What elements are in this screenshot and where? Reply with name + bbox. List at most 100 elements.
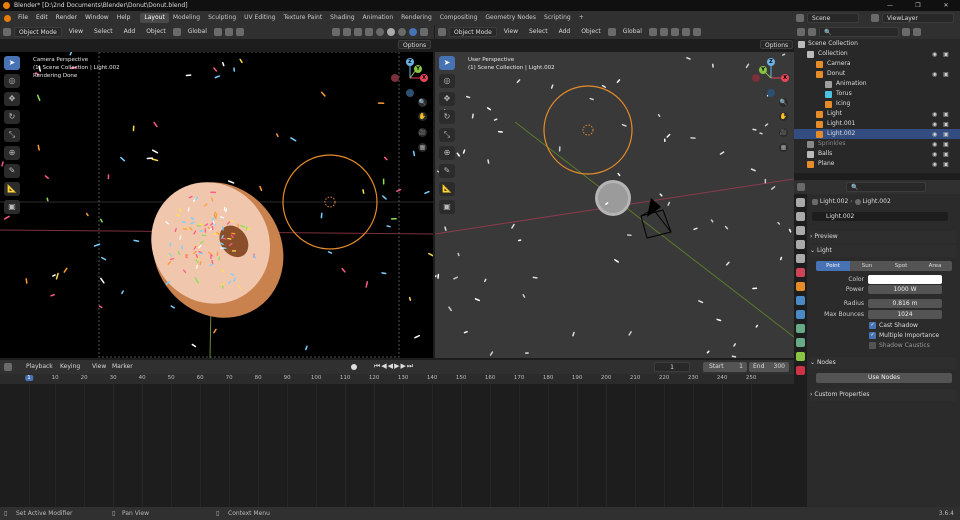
menu-edit[interactable]: Edit xyxy=(32,11,52,25)
menu-object[interactable]: Object xyxy=(142,25,170,39)
right-viewport-3d[interactable]: User Perspective (1) Scene Collection | … xyxy=(435,52,794,358)
properties-tab-icon[interactable] xyxy=(796,212,805,221)
light-type-spot[interactable]: Spot xyxy=(884,261,918,271)
workspace-tab-sculpting[interactable]: Sculpting xyxy=(204,13,240,23)
power-field[interactable]: 1000 W xyxy=(868,285,942,294)
options-button[interactable]: Options xyxy=(760,40,794,49)
outliner-row[interactable]: Torus xyxy=(794,89,960,99)
select-tool-icon[interactable]: ➤ xyxy=(439,56,455,70)
properties-tab-icon[interactable] xyxy=(796,338,805,347)
menu-add[interactable]: Add xyxy=(120,25,140,39)
xray-icon[interactable] xyxy=(365,28,373,36)
multiple-importance-checkbox[interactable]: ✓ xyxy=(869,332,876,339)
properties-tab-icon[interactable] xyxy=(796,366,805,375)
current-frame-field[interactable]: 1 xyxy=(654,362,690,372)
outliner-row[interactable]: Balls ◉ ▣ xyxy=(794,149,960,159)
menu-select[interactable]: Select xyxy=(90,25,117,39)
menu-view[interactable]: View xyxy=(500,25,522,39)
new-collection-icon[interactable] xyxy=(913,28,921,36)
workspace-tab-compositing[interactable]: Compositing xyxy=(436,13,482,23)
menu-file[interactable]: File xyxy=(14,11,32,25)
menu-view[interactable]: View xyxy=(88,360,110,374)
gizmo-neg-x-axis[interactable] xyxy=(752,74,760,82)
menu-add[interactable]: Add xyxy=(555,25,575,39)
menu-marker[interactable]: Marker xyxy=(108,360,137,374)
mode-selector[interactable]: Object Mode xyxy=(449,27,497,37)
max-bounces-field[interactable]: 1024 xyxy=(868,310,942,319)
cursor-tool-icon[interactable]: ◎ xyxy=(439,74,455,88)
record-icon[interactable] xyxy=(351,364,357,370)
datablock-name-field[interactable]: Light.002 xyxy=(812,212,948,221)
properties-search-input[interactable]: 🔍 xyxy=(846,182,926,192)
overlay-toggle-icon[interactable] xyxy=(692,28,701,36)
menu-help[interactable]: Help xyxy=(113,11,135,25)
end-frame-field[interactable]: End 300 xyxy=(749,362,789,372)
playback-controls[interactable]: ⏮◀◀▶▶⏭ xyxy=(374,362,414,371)
outliner-row[interactable]: Animation xyxy=(794,79,960,89)
editor-type-icon[interactable] xyxy=(797,183,805,191)
view-layer-selector[interactable]: ViewLayer xyxy=(882,13,954,23)
pause-render-icon[interactable] xyxy=(420,28,428,36)
nodes-panel-header[interactable]: ⌄ Nodes xyxy=(810,357,956,369)
outliner-row[interactable]: Light.001 ◉ ▣ xyxy=(794,119,960,129)
measure-tool-icon[interactable]: 📐 xyxy=(439,182,455,196)
menu-render[interactable]: Render xyxy=(52,11,81,25)
properties-tab-icon[interactable] xyxy=(796,352,805,361)
custom-properties-panel-header[interactable]: › Custom Properties xyxy=(810,389,956,401)
radius-field[interactable]: 0.816 m xyxy=(868,299,942,308)
zoom-icon[interactable]: 🔍 xyxy=(418,98,427,107)
pivot-icon[interactable] xyxy=(648,28,657,36)
close-button[interactable]: ✕ xyxy=(932,0,960,11)
visibility-toggle-icon[interactable]: ◉ ▣ xyxy=(932,131,956,138)
outliner-row[interactable]: Light.002 ◉ ▣ xyxy=(794,129,960,139)
gizmo-y-axis[interactable]: Y xyxy=(759,66,767,74)
gizmo-x-axis[interactable]: X xyxy=(420,74,428,82)
visibility-toggle-icon[interactable]: ◉ ▣ xyxy=(932,141,956,148)
orientation-selector[interactable]: Global xyxy=(619,25,646,39)
minimize-button[interactable]: — xyxy=(876,0,904,11)
measure-tool-icon[interactable]: 📐 xyxy=(4,182,20,196)
proportional-edit-icon[interactable] xyxy=(670,28,679,36)
visibility-toggle-icon[interactable]: ◉ ▣ xyxy=(932,121,956,128)
material-shading-icon[interactable] xyxy=(398,28,406,36)
snap-icon[interactable] xyxy=(224,28,233,36)
outliner-row[interactable]: Icing xyxy=(794,99,960,109)
rotate-tool-icon[interactable]: ↻ xyxy=(4,110,20,124)
navigation-gizmo[interactable]: Z X Y xyxy=(388,56,432,100)
workspace-tab-layout[interactable]: Layout xyxy=(140,13,169,23)
visibility-toggle-icon[interactable]: ◉ ▣ xyxy=(932,151,956,158)
workspace-tab-shading[interactable]: Shading xyxy=(326,13,358,23)
breadcrumb-data[interactable]: Light.002 xyxy=(862,198,890,205)
workspace-tab-geometry-nodes[interactable]: Geometry Nodes xyxy=(481,13,540,23)
solid-shading-icon[interactable] xyxy=(387,28,395,36)
breadcrumb-object[interactable]: Light.002 xyxy=(820,198,848,205)
editor-type-icon[interactable] xyxy=(3,28,11,36)
editor-type-icon[interactable] xyxy=(797,28,805,36)
pan-hand-icon[interactable]: ✋ xyxy=(779,112,788,121)
outliner-row[interactable]: Plane ◉ ▣ xyxy=(794,159,960,169)
gizmo-y-axis[interactable]: Y xyxy=(414,65,422,73)
gizmo-z-axis[interactable]: Z xyxy=(406,58,414,66)
visibility-toggle-icon[interactable]: ◉ ▣ xyxy=(932,161,956,168)
gizmo-neg-z-axis[interactable] xyxy=(406,89,414,97)
annotate-tool-icon[interactable]: ✎ xyxy=(439,164,455,178)
menu-view[interactable]: View xyxy=(65,25,87,39)
editor-type-icon[interactable] xyxy=(438,28,446,36)
workspace-tab-uv-editing[interactable]: UV Editing xyxy=(240,13,279,23)
wireframe-shading-icon[interactable] xyxy=(376,28,384,36)
editor-type-icon[interactable] xyxy=(4,363,12,371)
menu-object[interactable]: Object xyxy=(577,25,605,39)
camera-view-icon[interactable]: 🎥 xyxy=(779,128,788,137)
color-swatch[interactable] xyxy=(868,275,942,284)
outliner-row[interactable]: Sprinkles ◉ ▣ xyxy=(794,139,960,149)
gizmo-neg-x-axis[interactable] xyxy=(391,74,399,82)
cast-shadow-checkbox[interactable]: ✓ xyxy=(869,322,876,329)
preview-panel-header[interactable]: › Preview xyxy=(810,231,956,243)
light-panel-header[interactable]: ⌄ Light xyxy=(810,245,956,257)
properties-tab-icon[interactable] xyxy=(796,240,805,249)
visibility-toggle-icon[interactable]: ◉ ▣ xyxy=(932,51,956,58)
visibility-icon[interactable] xyxy=(332,28,340,36)
use-nodes-button[interactable]: Use Nodes xyxy=(816,373,952,383)
gizmo-z-axis[interactable]: Z xyxy=(767,58,775,66)
start-frame-field[interactable]: Start 1 xyxy=(703,362,747,372)
